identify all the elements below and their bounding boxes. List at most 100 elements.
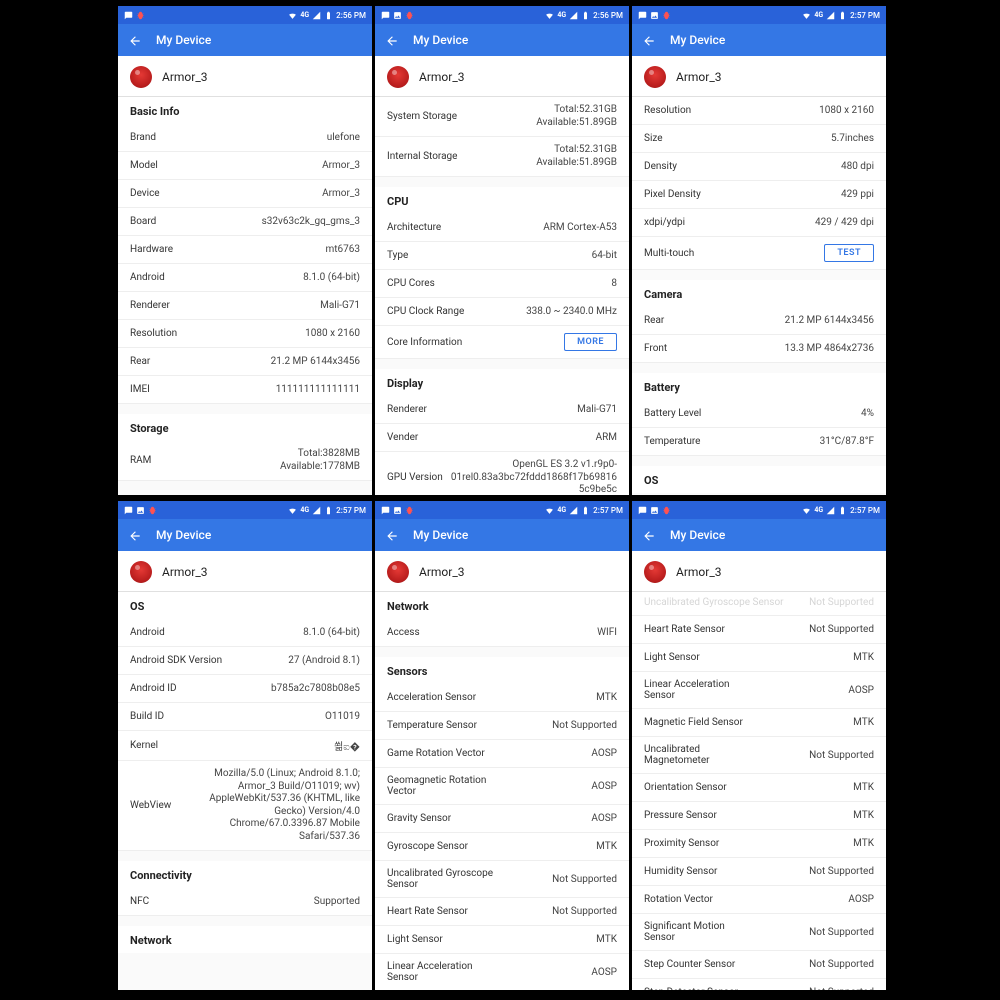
table-row: Magnetic Field Sensor MTK: [632, 709, 886, 737]
row-value: b785a2c7808b08e5: [177, 683, 360, 694]
scroll-content[interactable]: Network Access WIFI Sensors Acceleration…: [375, 592, 629, 990]
row-value: Not Supported: [717, 866, 874, 877]
device-name-label: Armor_3: [162, 565, 208, 579]
clock-label: 2:57 PM: [336, 506, 366, 515]
row-label: Internal Storage: [387, 151, 457, 162]
table-row: Android 8.1.0 (64-bit): [118, 619, 372, 647]
row-value: mt6763: [173, 244, 360, 255]
pic-icon: [393, 11, 402, 20]
row-label: Battery Level: [644, 408, 701, 419]
section-header: Network: [118, 926, 372, 953]
app-bar-title: My Device: [413, 33, 468, 47]
more-button[interactable]: MORE: [564, 333, 617, 351]
row-value: 480 dpi: [677, 161, 874, 172]
table-row: Linear Acceleration Sensor AOSP: [375, 954, 629, 990]
section-header: Display: [375, 369, 629, 396]
row-label: Resolution: [644, 105, 691, 116]
table-row: Step Detector Sensor Not Supported: [632, 979, 886, 990]
row-label: Light Sensor: [387, 934, 443, 945]
row-value: O11019: [164, 711, 360, 722]
row-value: 21.2 MP 6144x3456: [150, 356, 360, 367]
row-value: MTK: [476, 692, 617, 703]
table-row: Board s32v63c2k_gq_gms_3: [118, 208, 372, 236]
device-header: Armor_3: [118, 551, 372, 592]
msg-icon: [124, 11, 133, 20]
table-row: Internal Storage Total:52.31GBAvailable:…: [375, 137, 629, 177]
antutu-icon: [387, 561, 409, 583]
table-row: Rear 21.2 MP 6144x3456: [632, 307, 886, 335]
scroll-content[interactable]: Uncalibrated Gyroscope SensorNot Support…: [632, 592, 886, 990]
back-button[interactable]: [128, 528, 142, 542]
device-name-label: Armor_3: [676, 70, 722, 84]
table-row: Resolution 1080 x 2160: [118, 320, 372, 348]
signal-icon: [312, 506, 321, 515]
antutu-icon: [387, 66, 409, 88]
table-row: Uncalibrated Magnetometer Not Supported: [632, 737, 886, 774]
table-row: Gravity Sensor AOSP: [375, 805, 629, 833]
scroll-content[interactable]: Resolution 1080 x 2160 Size 5.7inches De…: [632, 97, 886, 495]
row-value: Not Supported: [738, 987, 874, 990]
table-row: Resolution 1080 x 2160: [632, 97, 886, 125]
row-value: 8.1.0 (64-bit): [165, 272, 360, 283]
row-label: NFC: [130, 896, 149, 907]
row-value: Not Supported: [497, 874, 617, 885]
back-button[interactable]: [128, 33, 142, 47]
table-row: Architecture ARM Cortex-A53: [375, 214, 629, 242]
back-button[interactable]: [642, 33, 656, 47]
scroll-content[interactable]: Basic Info Brand ulefone Model Armor_3 D…: [118, 97, 372, 495]
row-label: Multi-touch: [644, 248, 694, 259]
back-button[interactable]: [385, 528, 399, 542]
back-button[interactable]: [642, 528, 656, 542]
msg-icon: [381, 506, 390, 515]
table-row: GPU Version OpenGL ES 3.2 v1.r9p0-01rel0…: [375, 452, 629, 495]
row-label: Core Information: [387, 337, 462, 348]
table-row: Build ID O11019: [118, 703, 372, 731]
msg-icon: [381, 11, 390, 20]
table-row: Game Rotation Vector AOSP: [375, 740, 629, 768]
row-value: Supported: [149, 896, 360, 907]
row-value: AOSP: [497, 781, 617, 792]
table-row: xdpi/ydpi 429 / 429 dpi: [632, 209, 886, 237]
row-label: Light Sensor: [644, 652, 700, 663]
device-header: Armor_3: [118, 56, 372, 97]
bug-icon: [662, 506, 671, 515]
antutu-icon: [130, 561, 152, 583]
app-bar-title: My Device: [670, 528, 725, 542]
device-header: Armor_3: [632, 56, 886, 97]
row-value: 8.1.0 (64-bit): [165, 627, 360, 638]
row-label: Renderer: [387, 404, 427, 415]
row-label: Rear: [130, 356, 150, 367]
table-row: CPU Clock Range 338.0 ~ 2340.0 MHz: [375, 298, 629, 326]
table-row: System Storage Total:52.31GBAvailable:51…: [375, 97, 629, 137]
msg-icon: [638, 11, 647, 20]
scroll-content[interactable]: System Storage Total:52.31GBAvailable:51…: [375, 97, 629, 495]
status-bar: 4G 2:57 PM: [375, 501, 629, 519]
row-label: xdpi/ydpi: [644, 217, 685, 228]
app-bar: My Device: [118, 24, 372, 56]
row-value: Armor_3: [158, 160, 360, 171]
back-button[interactable]: [385, 33, 399, 47]
table-row: Model Armor_3: [118, 152, 372, 180]
test-button[interactable]: TEST: [824, 244, 874, 262]
row-label: Android: [130, 627, 165, 638]
app-bar-title: My Device: [670, 33, 725, 47]
row-value: ulefone: [156, 132, 360, 143]
row-label: Board: [130, 216, 156, 227]
antutu-icon: [644, 561, 666, 583]
row-label: Android ID: [130, 683, 177, 694]
section-header: Battery: [632, 373, 886, 400]
row-value: MTK: [468, 841, 617, 852]
signal-icon: [826, 506, 835, 515]
bug-icon: [662, 11, 671, 20]
scroll-content[interactable]: OS Android 8.1.0 (64-bit) Android SDK Ve…: [118, 592, 372, 990]
table-row: Front 13.3 MP 4864x2736: [632, 335, 886, 363]
clock-label: 2:57 PM: [593, 506, 623, 515]
row-label: Heart Rate Sensor: [387, 906, 468, 917]
app-bar: My Device: [632, 24, 886, 56]
table-row: Access WIFI: [375, 619, 629, 647]
row-label: WebView: [130, 800, 171, 811]
device-name-label: Armor_3: [162, 70, 208, 84]
app-bar: My Device: [375, 24, 629, 56]
row-value: 429 / 429 dpi: [685, 217, 874, 228]
table-row: Device Armor_3: [118, 180, 372, 208]
